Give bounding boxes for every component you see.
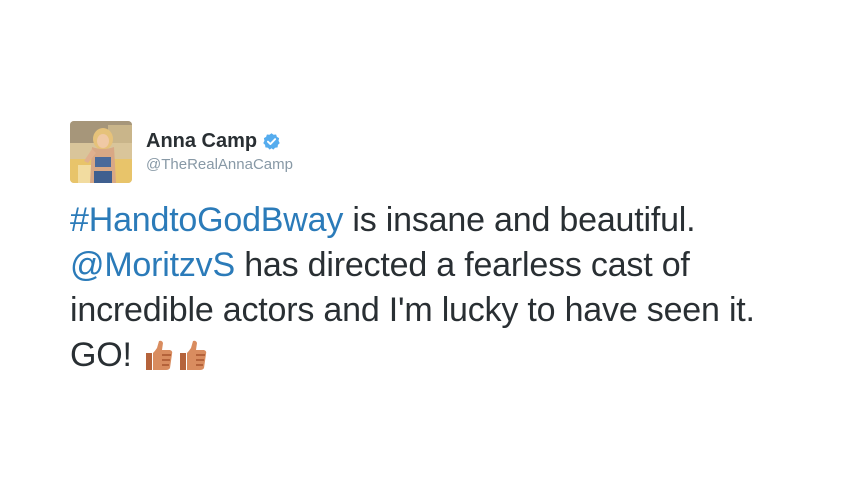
tweet-text-part1: is insane and beautiful. xyxy=(343,201,696,239)
avatar[interactable] xyxy=(70,121,132,183)
thumbs-up-icon xyxy=(177,338,209,372)
thumbs-up-icon xyxy=(143,338,175,372)
tweet-card: Anna Camp @TheRealAnnaCamp #HandtoGodBwa… xyxy=(70,120,810,378)
user-handle[interactable]: @TheRealAnnaCamp xyxy=(146,155,293,175)
tweet-header: Anna Camp @TheRealAnnaCamp xyxy=(70,120,810,184)
user-identity: Anna Camp @TheRealAnnaCamp xyxy=(146,129,293,175)
name-row: Anna Camp xyxy=(146,129,293,153)
tweet-text: #HandtoGodBway is insane and beautiful. @… xyxy=(70,198,810,378)
hashtag-link[interactable]: #HandtoGodBway xyxy=(70,201,343,239)
display-name[interactable]: Anna Camp xyxy=(146,129,257,153)
mention-link[interactable]: @MoritzvS xyxy=(70,246,235,284)
screenshot-canvas: Anna Camp @TheRealAnnaCamp #HandtoGodBwa… xyxy=(0,0,860,484)
verified-badge-icon xyxy=(262,132,281,151)
